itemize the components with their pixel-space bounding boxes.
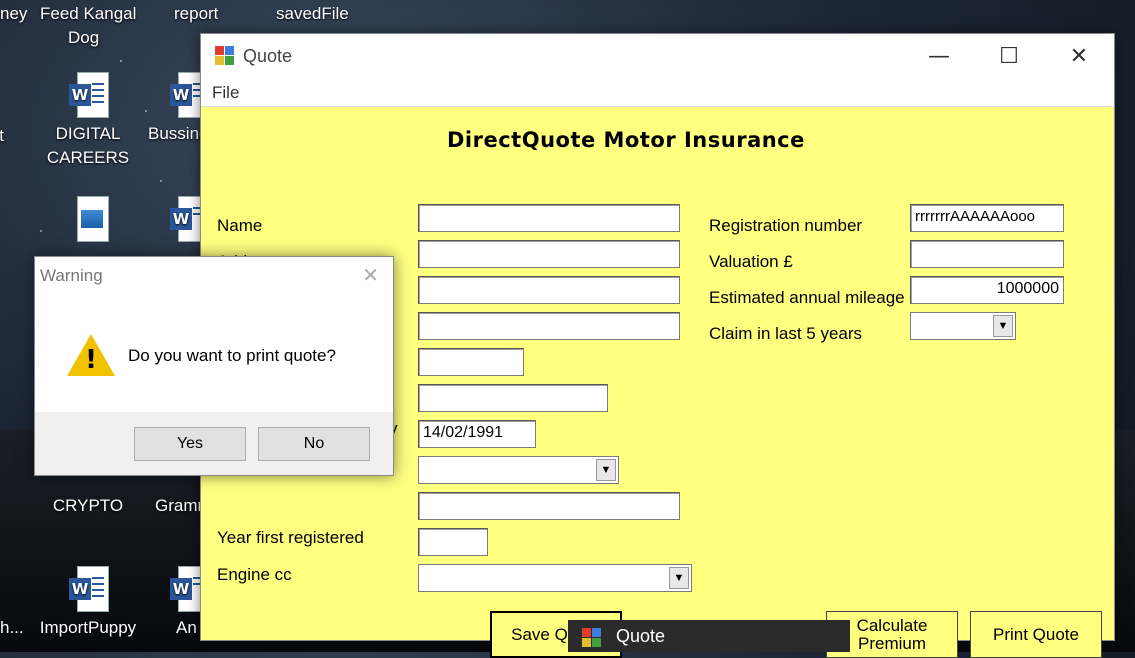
close-button[interactable]: ✕ (1044, 34, 1114, 79)
name-label: Name (217, 216, 263, 235)
calculate-label: Calculate (856, 615, 928, 635)
annual-mileage-label: Estimated annual mileage (709, 288, 905, 307)
print-quote-button[interactable]: Print Quote (970, 611, 1102, 658)
claim-5-years-select[interactable]: ▼ (910, 312, 1016, 340)
desktop-icon-label: Gramm (155, 496, 200, 515)
desktop-icon-crypto[interactable]: CRYPTO (38, 494, 138, 518)
desktop-icon-word[interactable]: W (140, 196, 200, 246)
address-line1-input[interactable] (418, 240, 680, 268)
desktop-icon-bussine[interactable]: W Bussine (140, 72, 200, 146)
dialog-title: Warning (40, 266, 103, 285)
maximize-button[interactable]: ☐ (974, 34, 1044, 79)
desktop-icon-image[interactable] (38, 196, 138, 246)
taskbar-label: Quote (616, 626, 666, 646)
menu-file[interactable]: File (212, 83, 239, 103)
no-button[interactable]: No (258, 427, 370, 461)
desktop-icon[interactable]: art (0, 124, 24, 148)
annual-mileage-input[interactable]: 1000000 (910, 276, 1064, 304)
word-document-icon: W (69, 566, 109, 612)
title-bar[interactable]: Quote — ☐ ✕ (201, 34, 1114, 79)
desktop-icon-an[interactable]: W An (150, 566, 200, 640)
engine-cc-select[interactable]: ▼ (418, 564, 692, 592)
chevron-down-icon[interactable]: ▼ (669, 567, 689, 589)
image-file-icon (69, 196, 109, 242)
desktop-icon-label: CRYPTO (52, 496, 124, 515)
desktop-icon-gramm[interactable]: Gramm (150, 494, 200, 518)
desktop-icon-label: CAREERS (46, 148, 130, 167)
date-of-birth-input[interactable]: 14/02/1991 (418, 420, 536, 448)
desktop-icon[interactable]: h... (0, 616, 30, 640)
chevron-down-icon[interactable]: ▼ (993, 315, 1013, 337)
app-icon (215, 46, 235, 66)
combo-select[interactable]: ▼ (418, 456, 619, 484)
registration-number-label: Registration number (709, 216, 863, 235)
warning-dialog[interactable]: Warning ✕ ! Do you want to print quote? … (34, 256, 394, 476)
app-icon (582, 628, 602, 648)
word-document-icon: W (170, 196, 200, 242)
desktop-icon-label: ImportPuppy (39, 618, 137, 637)
desktop-icon-label: Bussine (148, 124, 200, 143)
desktop-icon-label: DIGITAL (55, 124, 121, 143)
form-heading: DirectQuote Motor Insurance (447, 128, 805, 152)
phone-input[interactable] (418, 384, 608, 412)
star (160, 180, 162, 182)
minimize-button[interactable]: — (904, 34, 974, 79)
warning-exclamation-icon: ! (85, 345, 97, 375)
desktop-icon-label: An (176, 618, 197, 637)
desktop-label[interactable]: report (174, 4, 218, 24)
registration-number-input[interactable]: rrrrrrrAAAAAAooo (910, 204, 1064, 232)
text-input[interactable] (418, 492, 680, 520)
desktop-icon-label: art (0, 126, 4, 145)
dialog-close-button[interactable]: ✕ (362, 263, 379, 287)
word-document-icon: W (170, 566, 200, 612)
address-line2-input[interactable] (418, 276, 680, 304)
word-document-icon: W (69, 72, 109, 118)
taskbar-quote-item[interactable]: Quote (568, 620, 850, 652)
yes-button[interactable]: Yes (134, 427, 246, 461)
desktop-label[interactable]: savedFile (276, 4, 349, 24)
postcode-input[interactable] (418, 348, 524, 376)
chevron-down-icon[interactable]: ▼ (596, 459, 616, 481)
name-input[interactable] (418, 204, 680, 232)
claim-5-years-label: Claim in last 5 years (709, 324, 863, 343)
menu-bar: File (201, 79, 1114, 107)
desktop-label[interactable]: ney (0, 4, 27, 24)
desktop-label[interactable]: Feed Kangal (40, 4, 136, 24)
address-line3-input[interactable] (418, 312, 680, 340)
year-first-registered-label: Year first registered (217, 528, 364, 547)
desktop-icon-label: h... (0, 618, 24, 637)
engine-cc-label: Engine cc (217, 565, 292, 584)
desktop-label[interactable]: Dog (68, 28, 99, 48)
word-document-icon: W (170, 72, 200, 118)
window-title: Quote (243, 46, 293, 66)
dialog-message: Do you want to print quote? (128, 346, 336, 365)
star (120, 60, 122, 62)
valuation-input[interactable] (910, 240, 1064, 268)
premium-label: Premium (857, 633, 926, 653)
valuation-label: Valuation £ (709, 252, 793, 271)
year-first-registered-input[interactable] (418, 528, 488, 556)
desktop-icon-importpuppy[interactable]: W ImportPuppy (38, 566, 138, 640)
desktop-icon-digital-careers[interactable]: W DIGITAL CAREERS (38, 72, 138, 170)
